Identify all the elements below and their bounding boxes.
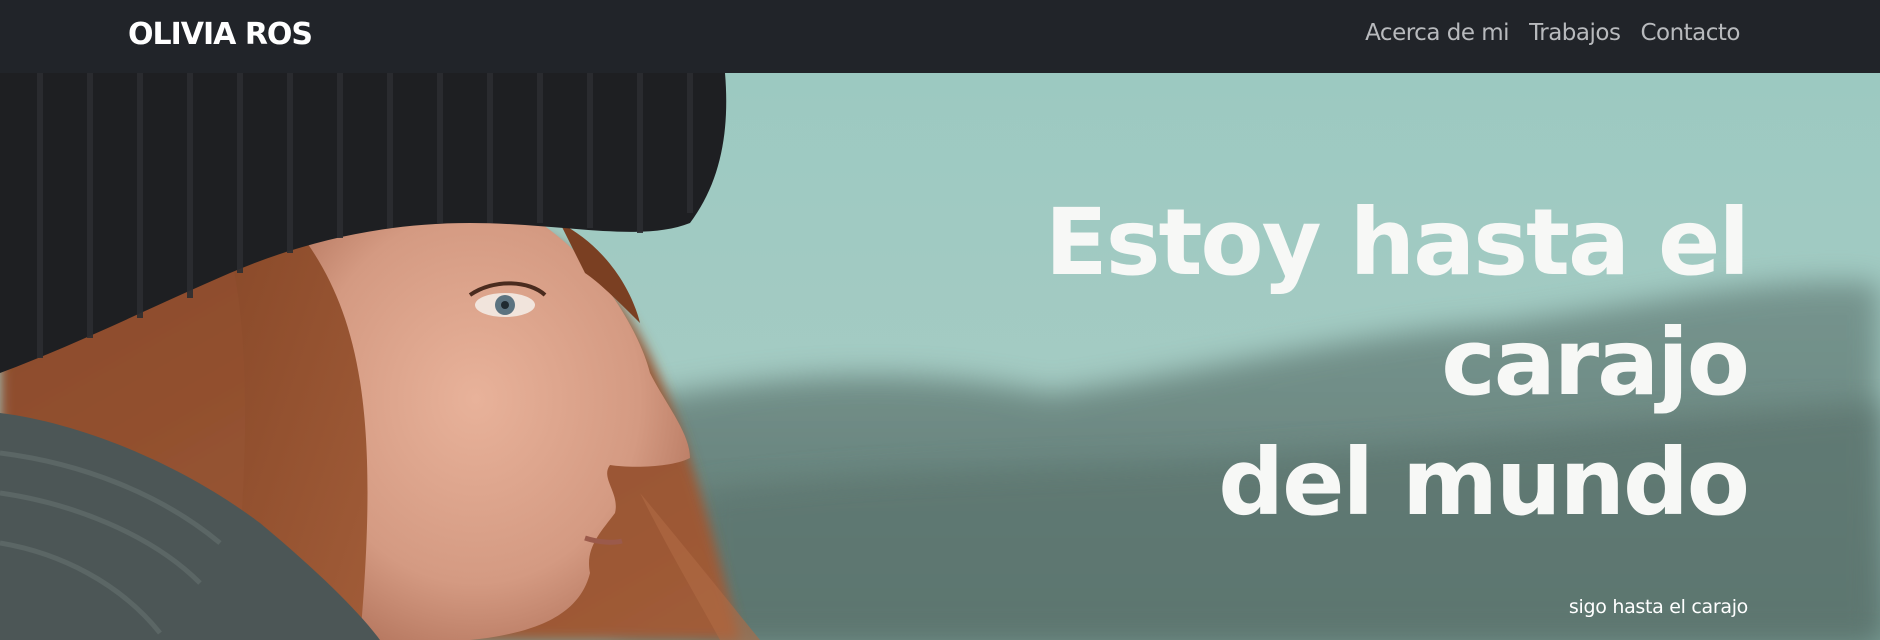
hero-text-block: Estoy hasta el carajo del mundo — [848, 183, 1750, 543]
headline-line-1: Estoy hasta el — [1044, 189, 1750, 296]
main-nav: Acerca de mi Trabajos Contacto — [1365, 18, 1740, 48]
hero-section: Estoy hasta el carajo del mundo sigo has… — [0, 73, 1880, 640]
top-navbar: OLIVIA ROS Acerca de mi Trabajos Contact… — [0, 0, 1880, 73]
brand-logo[interactable]: OLIVIA ROS — [128, 15, 313, 55]
hero-headline: Estoy hasta el carajo del mundo — [848, 183, 1750, 543]
nav-link-trabajos[interactable]: Trabajos — [1529, 18, 1621, 48]
nav-link-acerca[interactable]: Acerca de mi — [1365, 18, 1509, 48]
headline-line-3: del mundo — [1218, 429, 1750, 536]
nav-link-contacto[interactable]: Contacto — [1640, 18, 1740, 48]
headline-line-2: carajo — [1441, 309, 1750, 416]
hero-subline: sigo hasta el carajo — [1568, 596, 1748, 618]
